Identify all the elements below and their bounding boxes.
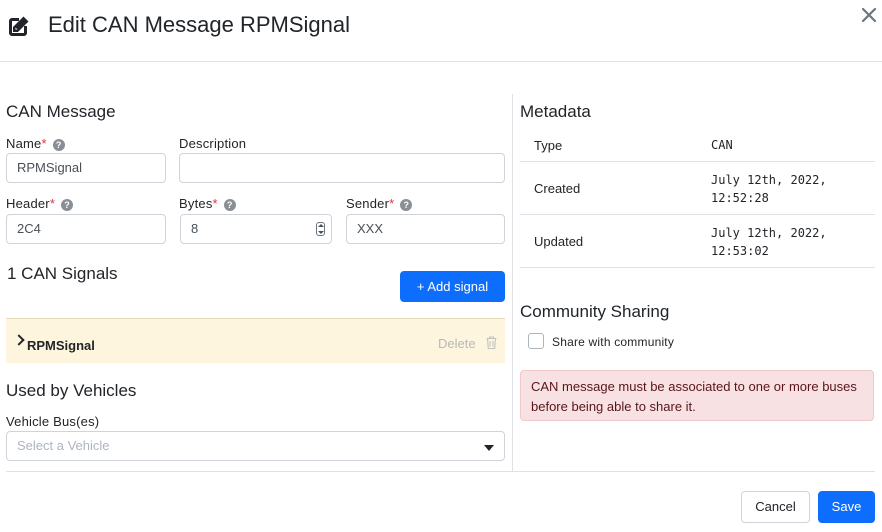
share-community-checkbox[interactable] xyxy=(528,333,544,349)
modal-header: Edit CAN Message RPMSignal xyxy=(0,0,882,62)
footer-divider xyxy=(6,471,875,472)
bytes-input[interactable]: 8 xyxy=(180,214,332,244)
vehicle-select[interactable]: Select a Vehicle xyxy=(6,431,505,461)
share-alert: CAN message must be associated to one or… xyxy=(520,370,874,421)
caret-down-icon[interactable] xyxy=(484,445,494,451)
metadata-value: CAN xyxy=(711,138,733,152)
header-label-text: Header xyxy=(6,196,50,211)
name-label: Name*? xyxy=(6,136,65,151)
description-label: Description xyxy=(179,136,247,151)
sender-label: Sender*? xyxy=(346,196,413,211)
metadata-row-type: Type CAN xyxy=(520,128,875,162)
edit-icon xyxy=(9,16,29,36)
required-marker: * xyxy=(389,196,395,211)
column-divider xyxy=(512,94,513,471)
sender-input[interactable]: XXX xyxy=(346,214,505,244)
metadata-row-updated: Updated July 12th, 2022, 12:53:02 xyxy=(520,215,875,268)
name-label-text: Name xyxy=(6,136,42,151)
metadata-key: Type xyxy=(534,138,563,153)
add-signal-button[interactable]: + Add signal xyxy=(400,271,505,302)
chevron-right-icon[interactable] xyxy=(13,334,25,346)
required-marker: * xyxy=(49,196,56,211)
required-marker: * xyxy=(41,136,47,151)
signal-name: RPMSignal xyxy=(27,338,95,353)
bytes-value: 8 xyxy=(191,221,199,236)
metadata-key: Created xyxy=(534,181,581,196)
header-input[interactable]: 2C4 xyxy=(6,214,166,244)
bytes-label-text: Bytes xyxy=(179,196,213,211)
description-input[interactable] xyxy=(179,153,505,183)
vehicle-select-placeholder: Select a Vehicle xyxy=(17,438,110,453)
signals-section-title: 1 CAN Signals xyxy=(7,264,118,283)
help-icon[interactable]: ? xyxy=(61,199,74,211)
help-icon[interactable]: ? xyxy=(52,139,65,151)
metadata-section-title: Metadata xyxy=(520,102,591,121)
metadata-value: July 12th, 2022, 12:52:28 xyxy=(711,173,827,205)
help-icon[interactable]: ? xyxy=(223,199,236,211)
metadata-key: Updated xyxy=(534,234,584,249)
community-section-title: Community Sharing xyxy=(520,302,670,321)
share-community-label[interactable]: Share with community xyxy=(552,335,674,349)
trash-icon[interactable] xyxy=(486,336,497,349)
signal-delete-button[interactable]: Delete xyxy=(438,336,476,351)
bytes-label: Bytes*? xyxy=(179,196,236,211)
header-label: Header*? xyxy=(6,196,74,211)
close-icon[interactable] xyxy=(860,6,878,24)
metadata-row-created: Created July 12th, 2022, 12:52:28 xyxy=(520,162,875,215)
can-message-section-title: CAN Message xyxy=(6,102,116,121)
number-spinner-icon[interactable] xyxy=(316,222,325,236)
metadata-value: July 12th, 2022, 12:53:02 xyxy=(711,226,827,258)
sender-label-text: Sender xyxy=(346,196,390,211)
name-input[interactable]: RPMSignal xyxy=(6,153,166,183)
help-icon[interactable]: ? xyxy=(400,199,413,211)
vehicle-bus-label: Vehicle Bus(es) xyxy=(6,414,100,429)
save-button[interactable]: Save xyxy=(818,491,875,523)
required-marker: * xyxy=(212,196,218,211)
cancel-button[interactable]: Cancel xyxy=(741,491,810,523)
vehicles-section-title: Used by Vehicles xyxy=(6,381,137,400)
page-title: Edit CAN Message RPMSignal xyxy=(48,12,351,37)
signal-row[interactable]: RPMSignal Delete xyxy=(6,318,505,363)
